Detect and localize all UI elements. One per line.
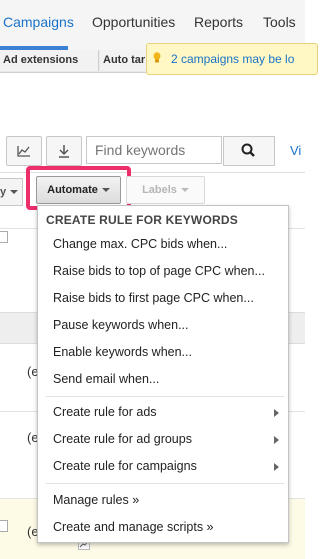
subtab-ad-extensions[interactable]: Ad extensions [0,50,99,71]
header-checkbox[interactable] [0,231,8,243]
subtab-ad-extensions-label: Ad extensions [3,54,79,66]
menu-item-label: Send email when... [53,372,160,386]
automate-button-label: Automate [47,184,98,196]
menu-item-rule-for-ad-groups[interactable]: Create rule for ad groups [38,427,288,453]
menu-item-label: Create and manage scripts » [53,520,214,534]
menu-item-send-email[interactable]: Send email when... [38,367,288,393]
line-chart-icon [17,146,30,157]
menu-item-label: Create rule for ads [53,405,157,419]
row-checkbox[interactable] [0,520,8,532]
chevron-right-icon [274,436,279,444]
download-button[interactable] [46,136,82,166]
menu-item-enable-keywords[interactable]: Enable keywords when... [38,340,288,366]
chevron-right-icon [274,409,279,417]
subtab-auto-targets-label: Auto tar [103,54,146,66]
tab-campaigns[interactable]: Campaigns [3,14,74,30]
menu-item-label: Raise bids to first page CPC when... [53,291,254,305]
segment-dropdown[interactable]: y [0,178,23,206]
labels-button[interactable]: Labels [126,176,205,204]
chart-button[interactable] [6,136,42,166]
chevron-down-icon [180,188,189,193]
view-link[interactable]: Vi [290,143,301,158]
search-button[interactable] [223,136,275,166]
menu-item-label: Enable keywords when... [53,345,192,359]
menu-item-label: Create rule for campaigns [53,459,197,473]
menu-item-change-max-cpc[interactable]: Change max. CPC bids when... [38,232,288,258]
menu-item-label: Pause keywords when... [53,318,189,332]
menu-item-label: Manage rules » [53,493,140,507]
menu-item-rule-for-campaigns[interactable]: Create rule for campaigns [38,454,288,480]
chevron-down-icon [101,188,110,193]
notification-banner[interactable]: 2 campaigns may be lo [146,43,318,75]
menu-item-pause-keywords[interactable]: Pause keywords when... [38,313,288,339]
menu-item-label: Change max. CPC bids when... [53,237,228,251]
chevron-down-icon [10,190,19,195]
search-input[interactable] [86,136,222,164]
labels-button-label: Labels [142,184,177,196]
menu-item-rule-for-ads[interactable]: Create rule for ads [38,400,288,426]
segment-dropdown-label: y [0,186,7,198]
menu-item-label: Create rule for ad groups [53,432,192,446]
menu-separator [46,483,284,484]
menu-item-label: Raise bids to top of page CPC when... [53,264,265,278]
tab-tools[interactable]: Tools [263,14,296,30]
toolbar: Vi [0,136,305,168]
banner-text: 2 campaigns may be lo [171,52,295,66]
subtab-auto-targets[interactable]: Auto tar [100,50,152,71]
chevron-right-icon [274,463,279,471]
tab-opportunities[interactable]: Opportunities [92,14,175,30]
automate-menu: CREATE RULE FOR KEYWORDS Change max. CPC… [37,205,289,543]
menu-item-manage-rules[interactable]: Manage rules » [38,488,288,514]
lightbulb-icon [153,52,161,63]
menu-separator [46,396,284,397]
menu-item-raise-bids-top[interactable]: Raise bids to top of page CPC when... [38,259,288,285]
menu-item-raise-bids-first[interactable]: Raise bids to first page CPC when... [38,286,288,312]
menu-item-manage-scripts[interactable]: Create and manage scripts » [38,515,288,541]
automate-button[interactable]: Automate [36,176,121,204]
download-icon [59,145,69,158]
tab-reports[interactable]: Reports [194,14,243,30]
menu-header: CREATE RULE FOR KEYWORDS [46,213,238,227]
search-icon [241,143,255,157]
